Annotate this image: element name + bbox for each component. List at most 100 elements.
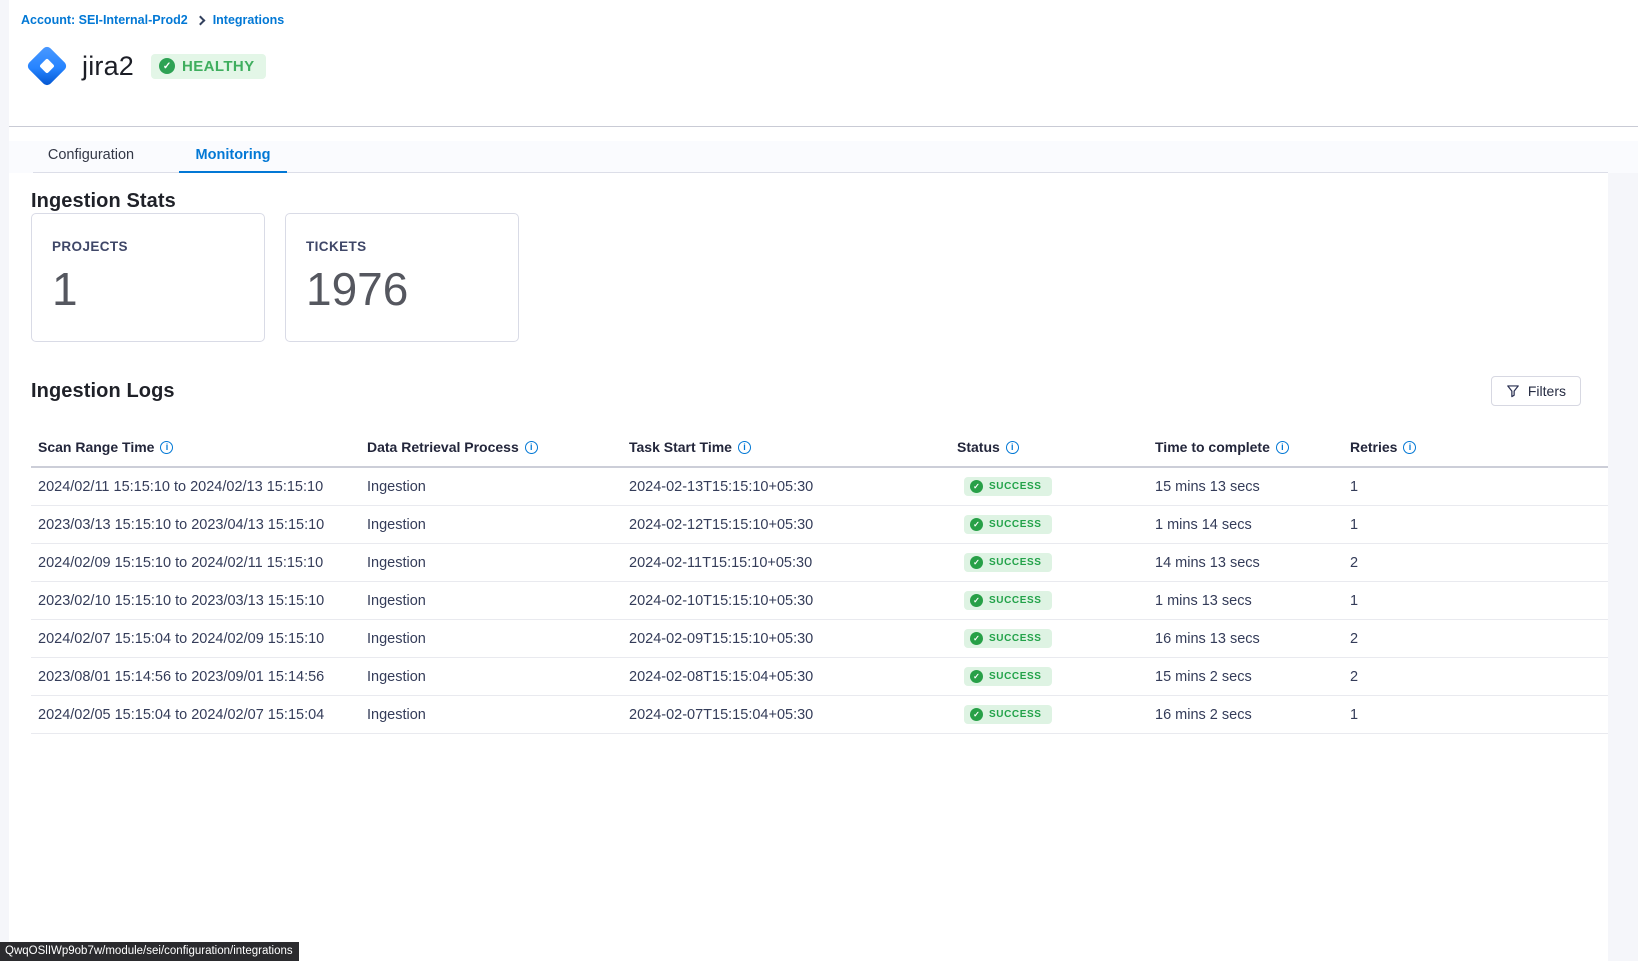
stat-card-projects: PROJECTS 1 bbox=[31, 213, 265, 342]
process-cell: Ingestion bbox=[367, 593, 629, 609]
status-badge: SUCCESS bbox=[964, 515, 1052, 534]
retries-cell: 1 bbox=[1350, 479, 1608, 495]
check-circle-icon bbox=[970, 518, 983, 531]
table-row[interactable]: 2023/02/10 15:15:10 to 2023/03/13 15:15:… bbox=[31, 582, 1608, 620]
filter-funnel-icon bbox=[1506, 384, 1520, 398]
status-badge: SUCCESS bbox=[964, 591, 1052, 610]
scan-range-cell: 2024/02/05 15:15:04 to 2024/02/07 15:15:… bbox=[31, 707, 367, 723]
column-time-to-complete: Time to complete bbox=[1155, 439, 1270, 455]
check-circle-icon bbox=[970, 632, 983, 645]
main-content: Ingestion Stats PROJECTS 1 TICKETS 1976 … bbox=[9, 173, 1608, 961]
scan-range-cell: 2023/08/01 15:14:56 to 2023/09/01 15:14:… bbox=[31, 669, 367, 685]
breadcrumb-account-link[interactable]: Account: SEI-Internal-Prod2 bbox=[21, 13, 188, 27]
retries-cell: 1 bbox=[1350, 707, 1608, 723]
status-label: SUCCESS bbox=[989, 595, 1042, 606]
task-start-cell: 2024-02-08T15:15:04+05:30 bbox=[629, 669, 957, 685]
time-to-complete-cell: 1 mins 13 secs bbox=[1155, 593, 1350, 609]
ingestion-logs-header: Ingestion Logs Filters bbox=[31, 376, 1608, 406]
chevron-right-icon bbox=[195, 16, 205, 26]
breadcrumb: Account: SEI-Internal-Prod2 Integrations bbox=[21, 13, 284, 27]
page-title: jira2 bbox=[82, 51, 134, 82]
status-label: SUCCESS bbox=[989, 709, 1042, 720]
page-header: Account: SEI-Internal-Prod2 Integrations… bbox=[9, 0, 1638, 141]
column-retries: Retries bbox=[1350, 439, 1397, 455]
health-status-badge: HEALTHY bbox=[151, 54, 266, 79]
task-start-cell: 2024-02-11T15:15:10+05:30 bbox=[629, 555, 957, 571]
time-to-complete-cell: 1 mins 14 secs bbox=[1155, 517, 1350, 533]
process-cell: Ingestion bbox=[367, 631, 629, 647]
status-badge: SUCCESS bbox=[964, 477, 1052, 496]
stat-label: TICKETS bbox=[306, 239, 498, 254]
info-icon[interactable] bbox=[160, 441, 173, 454]
table-row[interactable]: 2023/03/13 15:15:10 to 2023/04/13 15:15:… bbox=[31, 506, 1608, 544]
column-data-retrieval-process: Data Retrieval Process bbox=[367, 439, 519, 455]
check-circle-icon bbox=[970, 480, 983, 493]
task-start-cell: 2024-02-10T15:15:10+05:30 bbox=[629, 593, 957, 609]
health-status-label: HEALTHY bbox=[182, 58, 255, 75]
scan-range-cell: 2024/02/09 15:15:10 to 2024/02/11 15:15:… bbox=[31, 555, 367, 571]
status-label: SUCCESS bbox=[989, 671, 1042, 682]
status-label: SUCCESS bbox=[989, 481, 1042, 492]
process-cell: Ingestion bbox=[367, 707, 629, 723]
check-circle-icon bbox=[970, 708, 983, 721]
filters-button[interactable]: Filters bbox=[1491, 376, 1581, 406]
retries-cell: 1 bbox=[1350, 593, 1608, 609]
ingestion-logs-title: Ingestion Logs bbox=[31, 380, 175, 403]
status-label: SUCCESS bbox=[989, 633, 1042, 644]
info-icon[interactable] bbox=[1006, 441, 1019, 454]
status-label: SUCCESS bbox=[989, 557, 1042, 568]
process-cell: Ingestion bbox=[367, 517, 629, 533]
tab-bar: Configuration Monitoring bbox=[9, 141, 1638, 173]
jira-logo-icon bbox=[21, 40, 73, 92]
ingestion-stats-title: Ingestion Stats bbox=[31, 190, 1608, 213]
table-row[interactable]: 2023/08/01 15:14:56 to 2023/09/01 15:14:… bbox=[31, 658, 1608, 696]
task-start-cell: 2024-02-13T15:15:10+05:30 bbox=[629, 479, 957, 495]
retries-cell: 2 bbox=[1350, 555, 1608, 571]
link-preview-status-bar: QwqOSlIWp9ob7w/module/sei/configuration/… bbox=[0, 942, 299, 961]
time-to-complete-cell: 16 mins 13 secs bbox=[1155, 631, 1350, 647]
task-start-cell: 2024-02-09T15:15:10+05:30 bbox=[629, 631, 957, 647]
table-row[interactable]: 2024/02/11 15:15:10 to 2024/02/13 15:15:… bbox=[31, 468, 1608, 506]
check-circle-icon bbox=[970, 556, 983, 569]
retries-cell: 1 bbox=[1350, 517, 1608, 533]
logs-table-header: Scan Range Time Data Retrieval Process T… bbox=[31, 428, 1608, 468]
time-to-complete-cell: 15 mins 13 secs bbox=[1155, 479, 1350, 495]
retries-cell: 2 bbox=[1350, 669, 1608, 685]
scan-range-cell: 2023/03/13 15:15:10 to 2023/04/13 15:15:… bbox=[31, 517, 367, 533]
process-cell: Ingestion bbox=[367, 555, 629, 571]
integration-header: jira2 HEALTHY bbox=[21, 40, 266, 92]
column-status: Status bbox=[957, 439, 1000, 455]
info-icon[interactable] bbox=[525, 441, 538, 454]
table-row[interactable]: 2024/02/07 15:15:04 to 2024/02/09 15:15:… bbox=[31, 620, 1608, 658]
scan-range-cell: 2024/02/11 15:15:10 to 2024/02/13 15:15:… bbox=[31, 479, 367, 495]
stat-card-tickets: TICKETS 1976 bbox=[285, 213, 519, 342]
time-to-complete-cell: 15 mins 2 secs bbox=[1155, 669, 1350, 685]
process-cell: Ingestion bbox=[367, 479, 629, 495]
info-icon[interactable] bbox=[738, 441, 751, 454]
status-badge: SUCCESS bbox=[964, 667, 1052, 686]
stat-value: 1 bbox=[52, 266, 244, 312]
status-label: SUCCESS bbox=[989, 519, 1042, 530]
process-cell: Ingestion bbox=[367, 669, 629, 685]
table-row[interactable]: 2024/02/05 15:15:04 to 2024/02/07 15:15:… bbox=[31, 696, 1608, 734]
tab-monitoring[interactable]: Monitoring bbox=[179, 141, 287, 173]
table-row[interactable]: 2024/02/09 15:15:10 to 2024/02/11 15:15:… bbox=[31, 544, 1608, 582]
stat-label: PROJECTS bbox=[52, 239, 244, 254]
check-circle-icon bbox=[970, 594, 983, 607]
column-scan-range-time: Scan Range Time bbox=[38, 439, 154, 455]
scan-range-cell: 2024/02/07 15:15:04 to 2024/02/09 15:15:… bbox=[31, 631, 367, 647]
stats-cards: PROJECTS 1 TICKETS 1976 bbox=[31, 213, 1608, 342]
check-circle-icon bbox=[159, 58, 175, 74]
task-start-cell: 2024-02-07T15:15:04+05:30 bbox=[629, 707, 957, 723]
info-icon[interactable] bbox=[1403, 441, 1416, 454]
header-divider bbox=[9, 126, 1638, 127]
time-to-complete-cell: 14 mins 13 secs bbox=[1155, 555, 1350, 571]
column-task-start-time: Task Start Time bbox=[629, 439, 732, 455]
info-icon[interactable] bbox=[1276, 441, 1289, 454]
tab-configuration[interactable]: Configuration bbox=[35, 141, 147, 173]
time-to-complete-cell: 16 mins 2 secs bbox=[1155, 707, 1350, 723]
stat-value: 1976 bbox=[306, 266, 498, 312]
breadcrumb-integrations-link[interactable]: Integrations bbox=[213, 13, 285, 27]
status-badge: SUCCESS bbox=[964, 553, 1052, 572]
filters-button-label: Filters bbox=[1528, 383, 1566, 399]
